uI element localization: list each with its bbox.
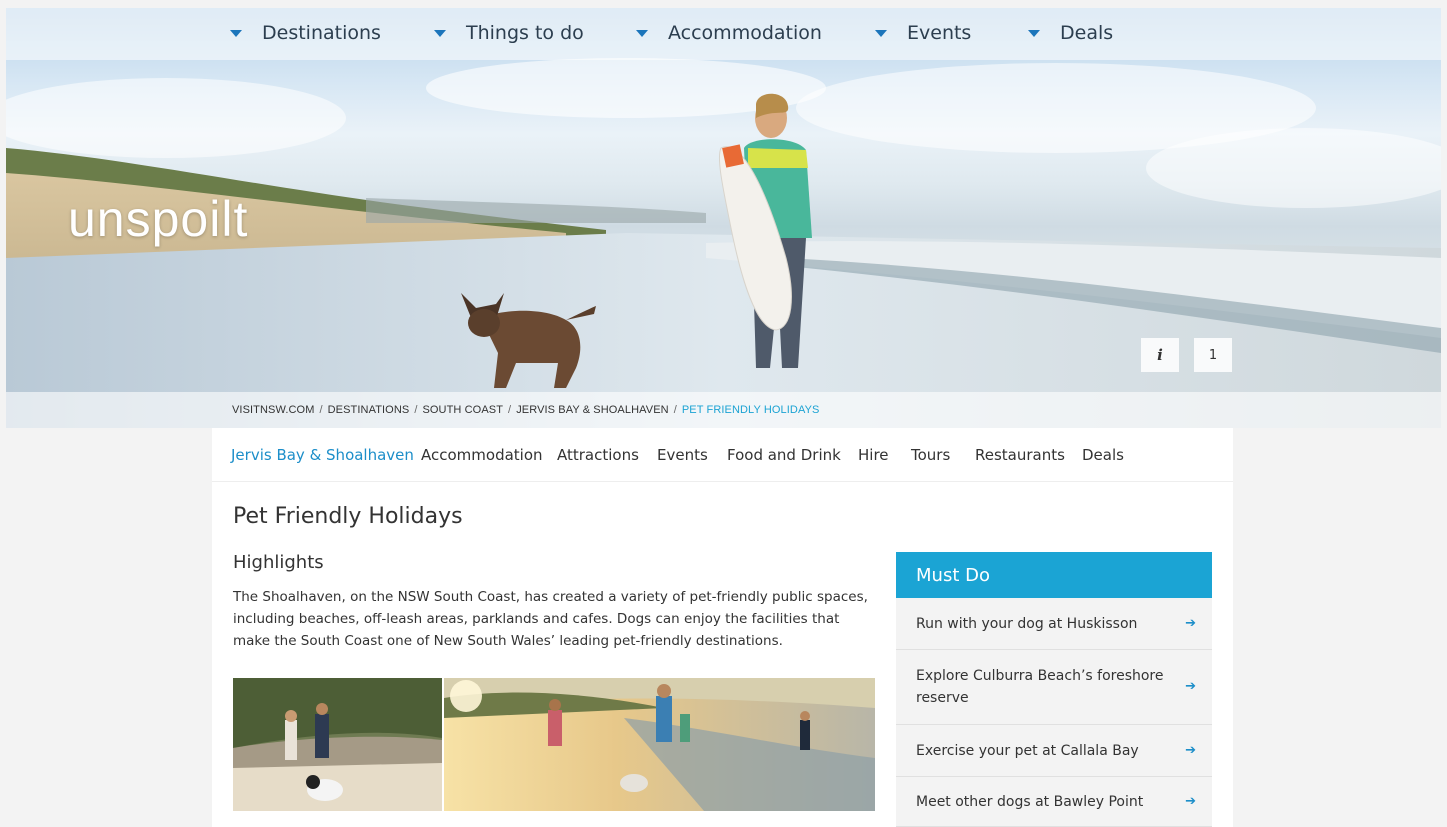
must-do-item-callala[interactable]: Exercise your pet at Callala Bay ➔ xyxy=(896,725,1212,777)
breadcrumb-destinations[interactable]: DESTINATIONS xyxy=(328,404,410,416)
photo-image xyxy=(233,678,442,811)
must-do-item-bawley[interactable]: Meet other dogs at Bawley Point ➔ xyxy=(896,777,1212,827)
top-navigation: Destinations Things to do Accommodation … xyxy=(6,8,1441,60)
tab-restaurants[interactable]: Restaurants xyxy=(975,446,1065,464)
caret-down-icon xyxy=(1028,29,1040,37)
slide-counter[interactable]: 1 xyxy=(1194,338,1232,372)
info-button[interactable]: i xyxy=(1141,338,1179,372)
must-do-item-culburra[interactable]: Explore Culburra Beach’s foreshore reser… xyxy=(896,650,1212,725)
breadcrumb-home[interactable]: VISITNSW.COM xyxy=(232,404,314,416)
arrow-right-icon: ➔ xyxy=(1185,615,1196,631)
breadcrumb-separator: / xyxy=(319,404,323,416)
caret-down-icon xyxy=(230,29,242,37)
must-do-title: Must Do xyxy=(896,552,1212,598)
tab-deals[interactable]: Deals xyxy=(1082,446,1124,464)
photo-image xyxy=(444,678,875,811)
page-title: Pet Friendly Holidays xyxy=(233,504,463,529)
caret-down-icon xyxy=(434,29,446,37)
photo-family-beach-sunset[interactable] xyxy=(444,678,875,811)
content-card: Jervis Bay & Shoalhaven Accommodation At… xyxy=(212,428,1233,827)
tab-attractions[interactable]: Attractions xyxy=(557,446,639,464)
photo-family-dog-rocks[interactable] xyxy=(233,678,442,811)
breadcrumb: VISITNSW.COM / DESTINATIONS / SOUTH COAST / JE… xyxy=(232,404,819,416)
tab-food-and-drink[interactable]: Food and Drink xyxy=(727,446,841,464)
must-do-item-huskisson[interactable]: Run with your dog at Huskisson ➔ xyxy=(896,598,1212,650)
breadcrumb-separator: / xyxy=(673,404,677,416)
arrow-right-icon: ➔ xyxy=(1185,793,1196,809)
nav-things-to-do[interactable]: Things to do xyxy=(434,22,584,44)
tab-tours[interactable]: Tours xyxy=(911,446,950,464)
breadcrumb-separator: / xyxy=(508,404,512,416)
nav-accommodation[interactable]: Accommodation xyxy=(636,22,822,44)
arrow-right-icon: ➔ xyxy=(1185,679,1196,694)
tab-hire[interactable]: Hire xyxy=(858,446,889,464)
breadcrumb-current: PET FRIENDLY HOLIDAYS xyxy=(681,404,820,416)
caret-down-icon xyxy=(636,29,648,37)
section-title: Highlights xyxy=(233,552,324,573)
breadcrumb-bar: VISITNSW.COM / DESTINATIONS / SOUTH COAST / JE… xyxy=(6,392,1441,428)
tab-events[interactable]: Events xyxy=(657,446,708,464)
intro-paragraph: The Shoalhaven, on the NSW South Coast, … xyxy=(233,589,868,649)
info-icon: i xyxy=(1157,346,1163,364)
nav-deals[interactable]: Deals xyxy=(1028,22,1113,44)
breadcrumb-south-coast[interactable]: SOUTH COAST xyxy=(422,404,503,416)
caret-down-icon xyxy=(875,29,887,37)
sub-navigation: Jervis Bay & Shoalhaven Accommodation At… xyxy=(212,428,1233,482)
tab-jervis-bay[interactable]: Jervis Bay & Shoalhaven xyxy=(231,446,414,464)
breadcrumb-separator: / xyxy=(414,404,418,416)
arrow-right-icon: ➔ xyxy=(1185,742,1196,758)
nav-destinations[interactable]: Destinations xyxy=(230,22,381,44)
hero-banner: Destinations Things to do Accommodation … xyxy=(6,8,1441,428)
tab-accommodation[interactable]: Accommodation xyxy=(421,446,543,464)
must-do-panel: Must Do Run with your dog at Huskisson ➔… xyxy=(896,552,1212,827)
breadcrumb-jervis-bay[interactable]: JERVIS BAY & SHOALHAVEN xyxy=(516,404,669,416)
nav-events[interactable]: Events xyxy=(875,22,971,44)
hero-title: unspoilt xyxy=(68,191,249,247)
